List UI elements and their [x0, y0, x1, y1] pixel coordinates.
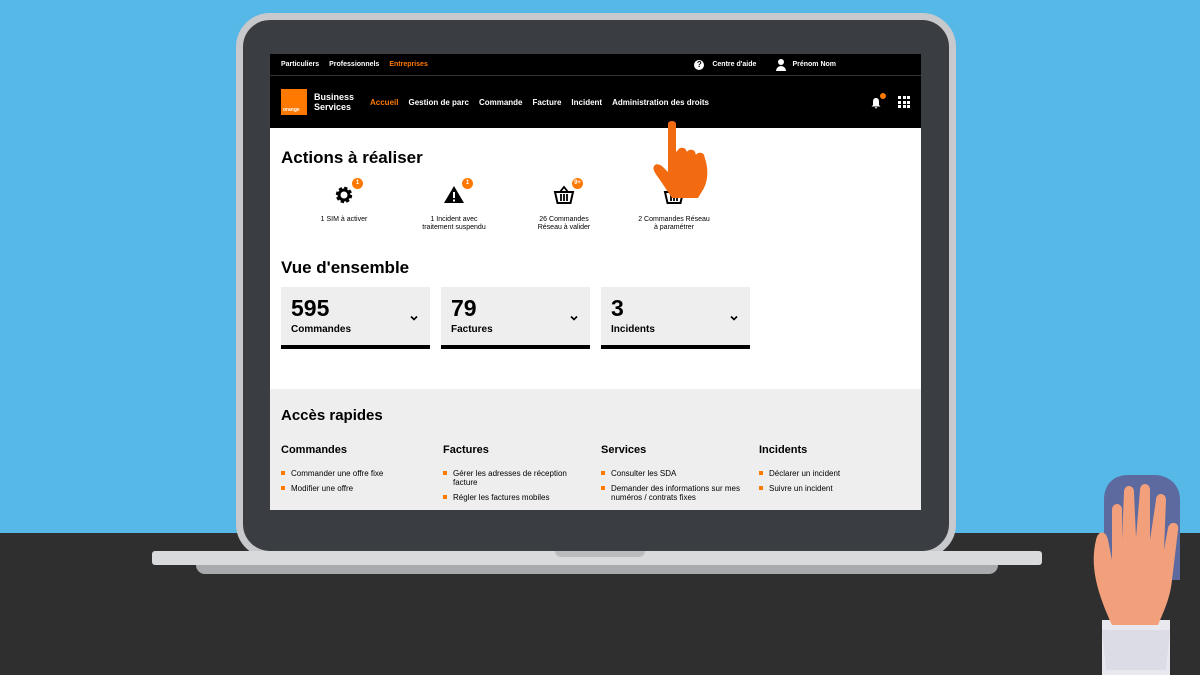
- help-link[interactable]: ? Centre d'aide: [694, 59, 757, 70]
- action-badge: 9+: [572, 178, 583, 189]
- quick-link[interactable]: Demander des informations sur mes numéro…: [601, 484, 751, 502]
- logo-text: orange: [283, 107, 300, 113]
- card-label: Factures: [451, 324, 493, 335]
- chevron-down-icon: [570, 315, 578, 321]
- orange-logo[interactable]: orange: [281, 89, 307, 115]
- nav-administration-des-droits[interactable]: Administration des droits: [612, 98, 709, 107]
- screen: Particuliers Professionnels Entreprises …: [270, 54, 921, 510]
- overview-cards: 595 Commandes 79 Factures 3 Incidents: [281, 287, 761, 349]
- grid-icon[interactable]: [898, 96, 910, 108]
- action-label: 26 Commandes: [539, 216, 589, 223]
- help-label: Centre d'aide: [712, 61, 757, 68]
- laptop-base-shadow: [196, 565, 998, 574]
- topbar-link-professionnels[interactable]: Professionnels: [329, 61, 379, 68]
- warning-icon: 1: [443, 178, 473, 206]
- card-value: 595: [291, 295, 330, 321]
- nav-facture[interactable]: Facture: [533, 98, 562, 107]
- quick-link[interactable]: Commander une offre fixe: [281, 469, 431, 478]
- basket-icon: 9+: [553, 178, 583, 206]
- brand-name: Business Services: [314, 92, 359, 112]
- user-menu[interactable]: Prénom Nom: [776, 58, 836, 71]
- hand-on-mouse-illustration: [1093, 475, 1180, 675]
- action-label-line2: traitement suspendu: [422, 224, 486, 231]
- quick-link[interactable]: Consulter les SDA: [601, 469, 751, 478]
- action-label-line2: Réseau à valider: [537, 224, 591, 231]
- user-icon: [776, 58, 787, 71]
- card-label: Incidents: [611, 324, 655, 335]
- bell-icon[interactable]: [870, 93, 886, 109]
- quick-col-heading: Commandes: [281, 444, 348, 456]
- quick-access-panel: Accès rapides Commandes Commander une of…: [270, 389, 921, 510]
- hand-pointer-icon: [653, 121, 708, 198]
- card-value: 3: [611, 295, 624, 321]
- action-label-line2: à paramétrer: [653, 224, 695, 231]
- topbar-link-particuliers[interactable]: Particuliers: [281, 61, 319, 68]
- quick-col-services: Services Consulter les SDA Demander des …: [601, 444, 751, 508]
- action-label: 1 Incident avec: [430, 216, 478, 223]
- main-nav: Accueil Gestion de parc Commande Facture…: [370, 98, 719, 107]
- topbar-link-entreprises[interactable]: Entreprises: [389, 61, 428, 68]
- brand-line2: Services: [314, 102, 352, 112]
- quick-link[interactable]: Régler les factures mobiles: [443, 493, 593, 502]
- quick-col-heading: Factures: [443, 444, 489, 456]
- brand-line1: Business: [314, 92, 355, 102]
- user-label: Prénom Nom: [792, 61, 836, 68]
- action-incident-suspended[interactable]: 1 1 Incident avec traitement suspendu: [400, 178, 508, 232]
- overview-title: Vue d'ensemble: [281, 258, 410, 277]
- card-value: 79: [451, 295, 477, 321]
- laptop-notch: [555, 551, 645, 557]
- action-badge: 1: [352, 178, 363, 189]
- action-label: 2 Commandes Réseau: [638, 216, 710, 223]
- quick-col-heading: Incidents: [759, 444, 808, 456]
- card-label: Commandes: [291, 324, 352, 335]
- overview-card-commandes[interactable]: 595 Commandes: [281, 287, 430, 349]
- quick-link[interactable]: Suivre un incident: [759, 484, 909, 493]
- header-icons: [870, 93, 910, 109]
- action-label: 1 SIM à activer: [320, 216, 368, 223]
- main-nav-bar: orange Business Services Accueil Gestion…: [270, 76, 921, 128]
- action-badge: 1: [462, 178, 473, 189]
- quick-col-incidents: Incidents Déclarer un incident Suivre un…: [759, 444, 909, 499]
- overview-card-factures[interactable]: 79 Factures: [441, 287, 590, 349]
- quick-col-commandes: Commandes Commander une offre fixe Modif…: [281, 444, 431, 499]
- quick-col-factures: Factures Gérer les adresses de réception…: [443, 444, 593, 508]
- quick-link[interactable]: Déclarer un incident: [759, 469, 909, 478]
- nav-accueil[interactable]: Accueil: [370, 98, 398, 107]
- action-sim-activation[interactable]: 1 1 SIM à activer: [290, 178, 398, 232]
- overview-card-incidents[interactable]: 3 Incidents: [601, 287, 750, 349]
- notification-dot: [880, 93, 886, 99]
- chevron-down-icon: [730, 315, 738, 321]
- quick-link[interactable]: Modifier une offre: [281, 484, 431, 493]
- quick-link[interactable]: Gérer les adresses de réception facture: [443, 469, 593, 487]
- chevron-down-icon: [410, 315, 418, 321]
- action-orders-to-validate[interactable]: 9+ 26 Commandes Réseau à valider: [510, 178, 618, 232]
- quick-col-heading: Services: [601, 444, 647, 456]
- nav-commande[interactable]: Commande: [479, 98, 523, 107]
- gear-icon: 1: [333, 178, 363, 206]
- actions-title: Actions à réaliser: [281, 148, 423, 167]
- help-icon: ?: [694, 59, 705, 70]
- top-bar: Particuliers Professionnels Entreprises …: [270, 54, 921, 76]
- nav-gestion-de-parc[interactable]: Gestion de parc: [408, 98, 468, 107]
- nav-incident[interactable]: Incident: [571, 98, 602, 107]
- quick-access-title: Accès rapides: [281, 407, 383, 424]
